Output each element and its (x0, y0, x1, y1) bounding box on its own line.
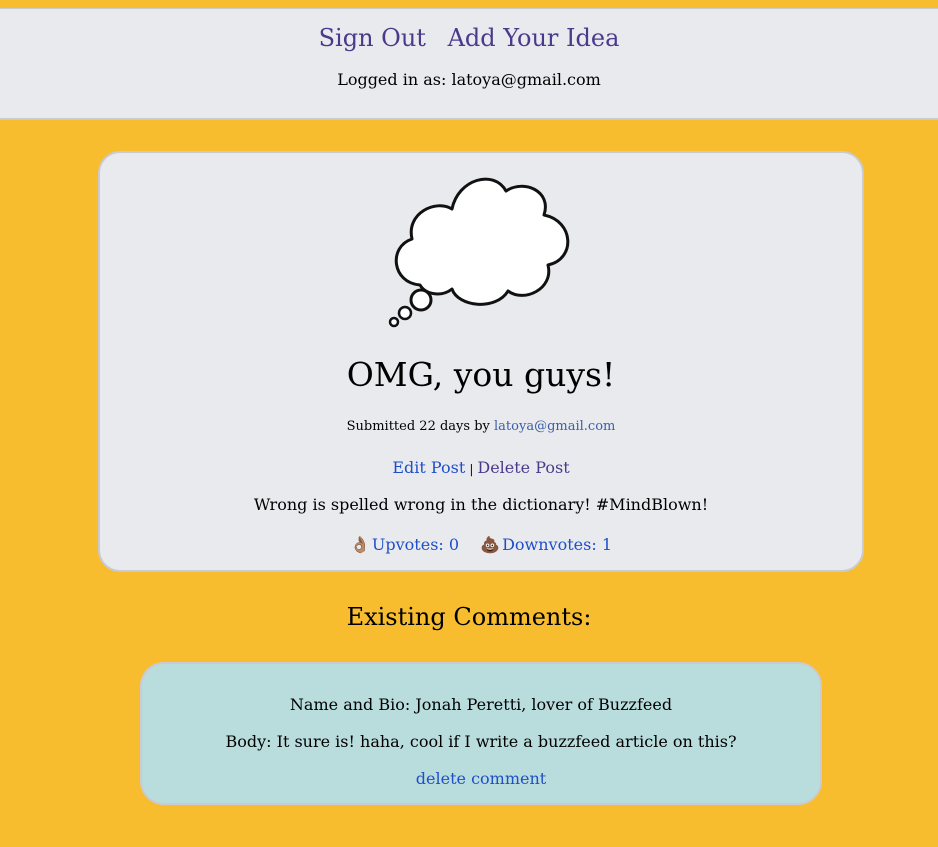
comment-actions: delete comment (142, 768, 820, 790)
post-meta: Submitted 22 days by latoya@gmail.com (100, 417, 862, 437)
action-separator: | (469, 462, 474, 476)
delete-post-link[interactable]: Delete Post (477, 458, 569, 477)
vote-bar: 👌🏽 Upvotes: 0 💩 Downvotes: 1 (100, 534, 862, 556)
logged-in-status: Logged in as: latoya@gmail.com (337, 70, 601, 89)
post-title: OMG, you guys! (346, 355, 616, 394)
header: Sign Out Add Your Idea Logged in as: lat… (0, 8, 938, 120)
top-strip (0, 0, 938, 8)
post-body: Wrong is spelled wrong in the dictionary… (253, 495, 709, 514)
post-card: OMG, you guys! Submitted 22 days by lato… (98, 151, 864, 572)
comments-heading: Existing Comments: (346, 603, 592, 631)
upvote-count: Upvotes: 0 (371, 535, 460, 554)
downvote-count: Downvotes: 1 (502, 535, 612, 554)
submitted-text: Submitted 22 days by (346, 419, 490, 434)
comment-body: Body: It sure is! haha, cool if I write … (225, 732, 737, 751)
add-idea-link[interactable]: Add Your Idea (448, 24, 620, 52)
comment-name-bio: Name and Bio: Jonah Peretti, lover of Bu… (289, 695, 673, 714)
post-actions: Edit Post | Delete Post (100, 457, 862, 480)
thought-cloud-icon (388, 177, 570, 328)
top-nav: Sign Out Add Your Idea (0, 23, 938, 53)
comment-card: Name and Bio: Jonah Peretti, lover of Bu… (140, 662, 822, 805)
delete-comment-link[interactable]: delete comment (416, 769, 546, 788)
author-link[interactable]: latoya@gmail.com (494, 419, 615, 434)
upvote-button[interactable]: 👌🏽 Upvotes: 0 (350, 534, 459, 556)
ok-hand-icon: 👌🏽 (349, 535, 370, 554)
downvote-button[interactable]: 💩 Downvotes: 1 (480, 534, 612, 556)
edit-post-link[interactable]: Edit Post (392, 458, 465, 477)
poop-icon: 💩 (480, 535, 501, 554)
sign-out-link[interactable]: Sign Out (319, 24, 426, 52)
